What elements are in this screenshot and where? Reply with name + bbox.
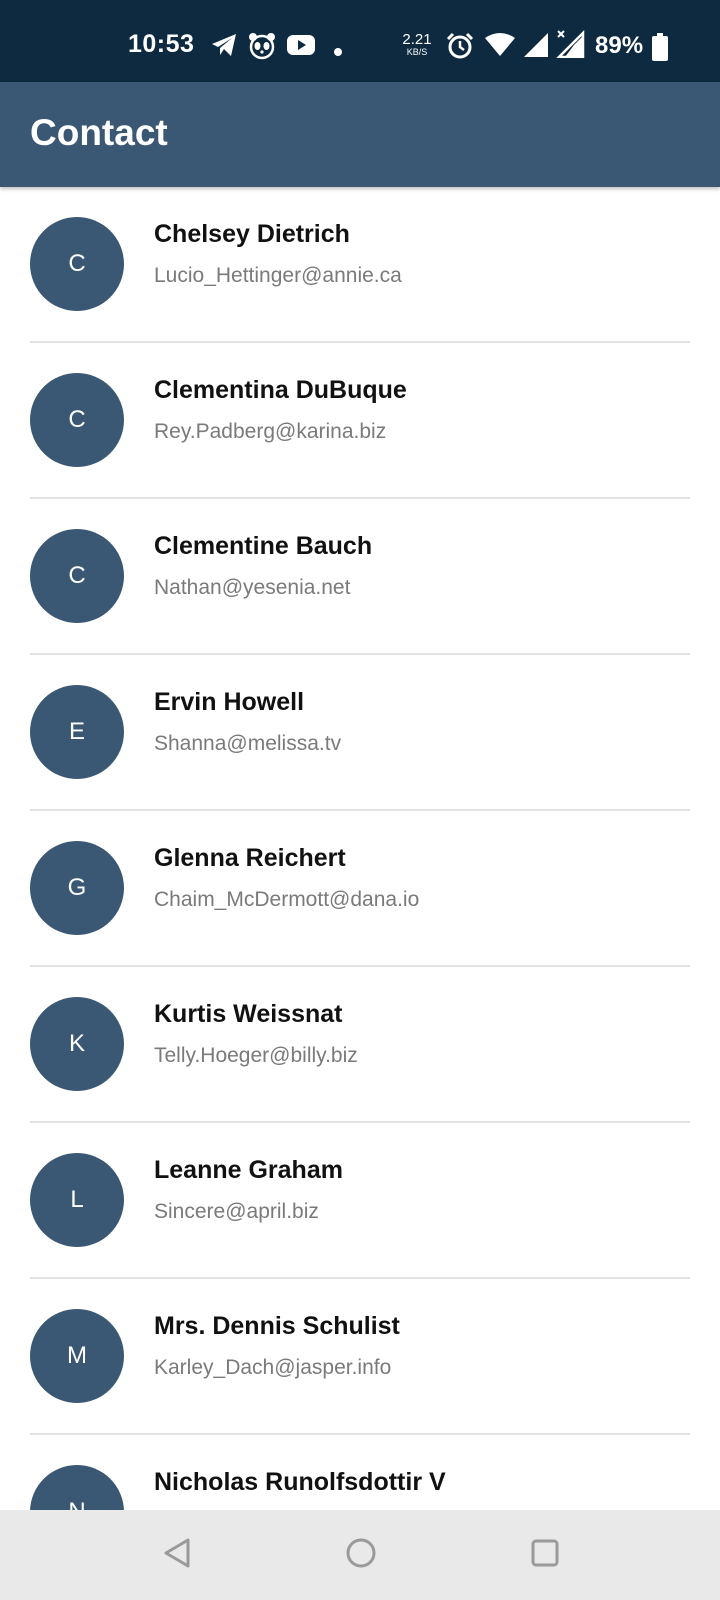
home-button[interactable] (338, 1532, 384, 1578)
contact-row[interactable]: E Ervin Howell Shanna@melissa.tv (0, 655, 720, 811)
avatar: C (30, 373, 124, 467)
wifi-icon (484, 32, 516, 63)
contact-name: Ervin Howell (154, 688, 305, 716)
signal-icon (522, 32, 550, 63)
home-icon (344, 1536, 378, 1575)
contact-row[interactable]: C Chelsey Dietrich Lucio_Hettinger@annie… (0, 187, 720, 343)
back-icon (160, 1536, 194, 1575)
recents-icon (528, 1536, 562, 1575)
recents-button[interactable] (522, 1532, 568, 1578)
contact-row[interactable]: C Clementina DuBuque Rey.Padberg@karina.… (0, 343, 720, 499)
contact-list[interactable]: C Chelsey Dietrich Lucio_Hettinger@annie… (0, 187, 720, 1510)
contact-row[interactable]: N Nicholas Runolfsdottir V (0, 1435, 720, 1510)
contact-row[interactable]: K Kurtis Weissnat Telly.Hoeger@billy.biz (0, 967, 720, 1123)
battery-percentage: 89% (595, 32, 644, 59)
signal-no-data-icon (555, 29, 586, 63)
page-title: Contact (30, 112, 168, 153)
contact-name: Clementine Bauch (154, 532, 373, 560)
contact-email: Chaim_McDermott@dana.io (154, 888, 420, 911)
contact-email: Rey.Padberg@karina.biz (154, 420, 387, 443)
battery-icon (652, 33, 668, 66)
avatar: C (30, 217, 124, 311)
network-unit: KB/S (406, 47, 428, 57)
contact-email: Telly.Hoeger@billy.biz (154, 1044, 358, 1067)
contact-name: Chelsey Dietrich (154, 220, 350, 248)
app-bar: Contact (0, 82, 720, 187)
contact-name: Leanne Graham (154, 1156, 343, 1184)
contact-name: Nicholas Runolfsdottir V (154, 1468, 446, 1496)
avatar: G (30, 841, 124, 935)
youtube-icon (286, 32, 316, 63)
contact-row[interactable]: L Leanne Graham Sincere@april.biz (0, 1123, 720, 1279)
avatar: N (30, 1465, 124, 1510)
dot-icon (334, 43, 342, 61)
network-speed: 2.21 KB/S (400, 32, 434, 57)
contact-email: Lucio_Hettinger@annie.ca (154, 264, 402, 287)
contact-row[interactable]: G Glenna Reichert Chaim_McDermott@dana.i… (0, 811, 720, 967)
contact-email: Nathan@yesenia.net (154, 576, 351, 599)
contact-row[interactable]: M Mrs. Dennis Schulist Karley_Dach@jaspe… (0, 1279, 720, 1435)
navigation-bar (0, 1510, 720, 1600)
contact-name: Mrs. Dennis Schulist (154, 1312, 400, 1340)
contact-name: Kurtis Weissnat (154, 1000, 343, 1028)
clock-time: 10:53 (128, 30, 195, 58)
avatar: L (30, 1153, 124, 1247)
alarm-icon (446, 32, 474, 65)
avatar: K (30, 997, 124, 1091)
contact-email: Shanna@melissa.tv (154, 732, 342, 755)
network-rate: 2.21 (402, 31, 432, 48)
avatar: E (30, 685, 124, 779)
telegram-icon (210, 32, 238, 63)
contact-row[interactable]: C Clementine Bauch Nathan@yesenia.net (0, 499, 720, 655)
contact-email: Sincere@april.biz (154, 1200, 319, 1223)
back-button[interactable] (154, 1532, 200, 1578)
avatar: C (30, 529, 124, 623)
contact-name: Glenna Reichert (154, 844, 346, 872)
status-bar: 10:53 2.21 KB/S 89% (0, 0, 720, 82)
contact-email: Karley_Dach@jasper.info (154, 1356, 392, 1379)
panda-icon (248, 32, 276, 65)
contact-name: Clementina DuBuque (154, 376, 407, 404)
avatar: M (30, 1309, 124, 1403)
